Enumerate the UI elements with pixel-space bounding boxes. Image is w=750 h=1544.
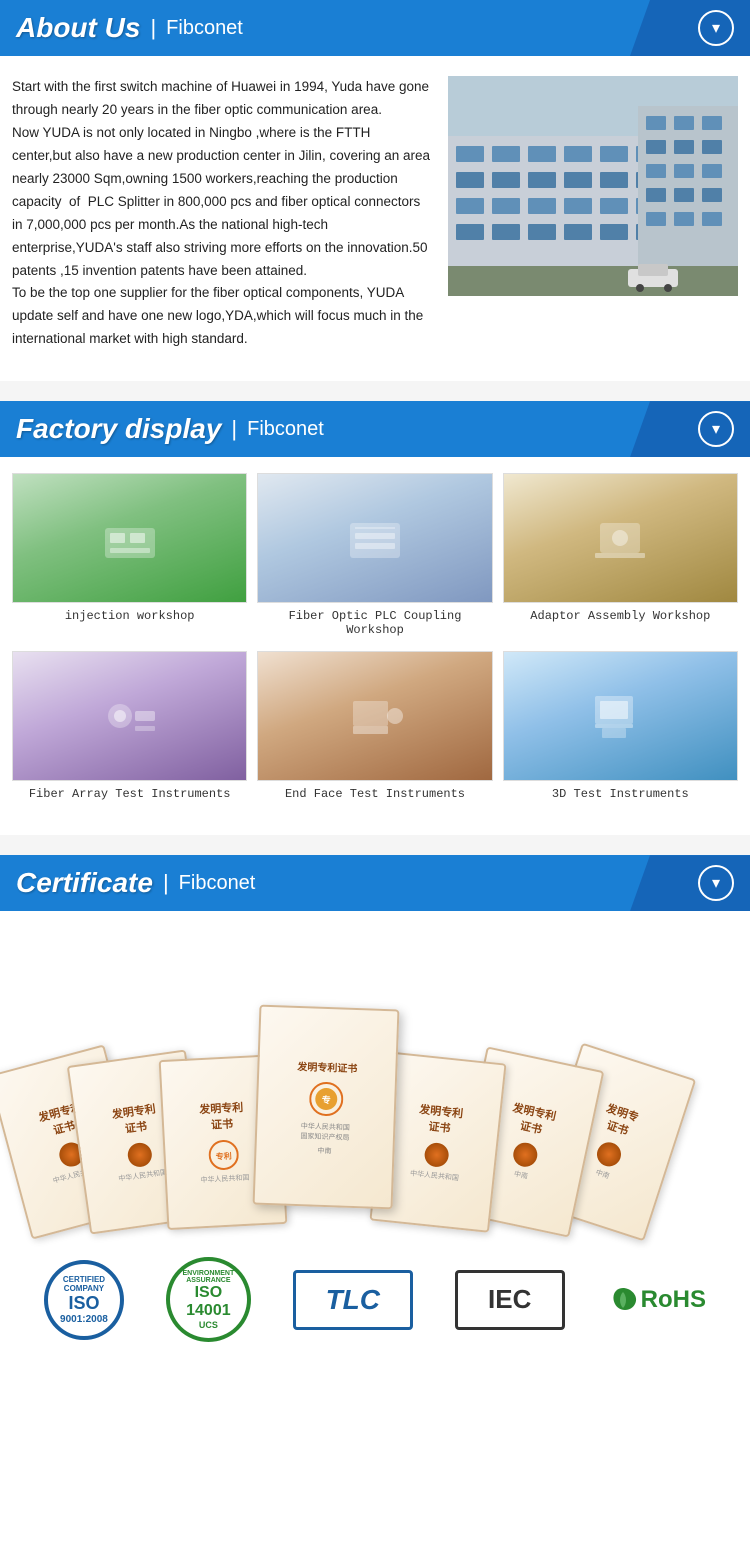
iec-text: IEC	[488, 1284, 531, 1315]
factory-content: injection workshop Fiber Optic PLC Coupl…	[0, 457, 750, 835]
factory-item-1: injection workshop	[12, 473, 247, 637]
rohs-badge: RoHS	[607, 1284, 706, 1316]
iso-text: ISO	[68, 1293, 99, 1314]
about-separator: |	[150, 15, 156, 41]
certificate-brand: Fibconet	[179, 872, 256, 895]
factory-item-6: 3D Test Instruments	[503, 651, 738, 801]
logos-row: CERTIFIEDCOMPANY ISO 9001:2008 ENVIRONME…	[8, 1247, 742, 1352]
workshop1-icon	[100, 508, 160, 568]
chevron-down-icon: ▾	[712, 18, 720, 38]
workshop6-icon	[590, 686, 650, 746]
workshop-image-3	[503, 473, 738, 603]
tlc-badge: TLC	[293, 1270, 413, 1330]
cert-center-title: 发明专利证书	[297, 1058, 357, 1075]
workshop5-icon	[345, 686, 405, 746]
tlc-logo: TLC	[293, 1270, 413, 1330]
workshop-caption-4: Fiber Array Test Instruments	[12, 787, 247, 801]
tlc-text: TLC	[326, 1284, 380, 1316]
about-section: About Us | Fibconet ▾ Start with the fir…	[0, 0, 750, 381]
about-header: About Us | Fibconet ▾	[0, 0, 750, 56]
certificate-separator: |	[163, 870, 169, 896]
certificate-content: 发明专利证书 中华人民共和国 发明专利证书 中华人民共和国 发明专利证书 专利 …	[0, 911, 750, 1372]
iso-year-text: 9001:2008	[60, 1314, 108, 1325]
workshop-image-6	[503, 651, 738, 781]
divider-1	[0, 381, 750, 401]
workshop-image-1	[12, 473, 247, 603]
svg-text:专: 专	[322, 1094, 331, 1105]
about-content: Start with the first switch machine of H…	[0, 56, 750, 381]
factory-brand: Fibconet	[247, 418, 324, 441]
iso-14001-circle: ENVIRONMENTASSURANCE ISO14001 UCS	[166, 1257, 251, 1342]
svg-text:专利: 专利	[215, 1151, 232, 1162]
rohs-leaf-icon	[607, 1284, 639, 1316]
factory-title: Factory display	[16, 413, 221, 445]
factory-row-2: Fiber Array Test Instruments End Face Te…	[12, 651, 738, 801]
iso-14001-badge: ENVIRONMENTASSURANCE ISO14001 UCS	[166, 1257, 251, 1342]
iso-certified-text: CERTIFIEDCOMPANY	[63, 1275, 105, 1293]
chevron-down-icon: ▾	[712, 419, 720, 439]
iso-9001-circle: CERTIFIEDCOMPANY ISO 9001:2008	[44, 1260, 124, 1340]
iec-logo: IEC	[455, 1270, 565, 1330]
workshop-caption-3: Adaptor Assembly Workshop	[503, 609, 738, 623]
building-svg	[448, 76, 738, 296]
about-building-image	[448, 76, 738, 351]
env-assurance-text: ENVIRONMENTASSURANCE	[183, 1270, 235, 1284]
about-title: About Us	[16, 12, 140, 44]
workshop-caption-6: 3D Test Instruments	[503, 787, 738, 801]
workshop2-icon	[345, 508, 405, 568]
certificate-section: Certificate | Fibconet ▾ 发明专利证书 中华人民共和国 …	[0, 855, 750, 1372]
factory-item-5: End Face Test Instruments	[257, 651, 492, 801]
cert-title-5: 发明专利证书	[417, 1101, 464, 1137]
factory-chevron-button[interactable]: ▾	[698, 411, 734, 447]
cert-title-7: 发明专证书	[599, 1100, 640, 1141]
certificate-card-center: 发明专利证书 专 中华人民共和国国家知识产权局 中南	[253, 1005, 400, 1210]
about-brand: Fibconet	[166, 17, 243, 40]
factory-separator: |	[231, 416, 237, 442]
factory-row-1: injection workshop Fiber Optic PLC Coupl…	[12, 473, 738, 637]
factory-header: Factory display | Fibconet ▾	[0, 401, 750, 457]
iso-9001-badge: CERTIFIEDCOMPANY ISO 9001:2008	[44, 1260, 124, 1340]
divider-2	[0, 835, 750, 855]
certificate-header: Certificate | Fibconet ▾	[0, 855, 750, 911]
iec-badge: IEC	[455, 1270, 565, 1330]
rohs-logo: RoHS	[607, 1284, 706, 1316]
workshop-caption-2: Fiber Optic PLC Coupling Workshop	[257, 609, 492, 637]
cert-title-6: 发明专利证书	[508, 1100, 558, 1140]
workshop4-icon	[100, 686, 160, 746]
ucs-text: UCS	[199, 1320, 218, 1330]
workshop-image-4	[12, 651, 247, 781]
workshop-caption-1: injection workshop	[12, 609, 247, 623]
chevron-down-icon: ▾	[712, 873, 720, 893]
rohs-text: RoHS	[641, 1286, 706, 1314]
factory-section: Factory display | Fibconet ▾ injection w…	[0, 401, 750, 835]
about-chevron-button[interactable]: ▾	[698, 10, 734, 46]
workshop-image-2	[257, 473, 492, 603]
cert-title-3: 发明专利证书	[199, 1099, 245, 1133]
certificate-title: Certificate	[16, 867, 153, 899]
cert-logo-icon: 专利	[208, 1139, 240, 1171]
factory-item-4: Fiber Array Test Instruments	[12, 651, 247, 801]
workshop-caption-5: End Face Test Instruments	[257, 787, 492, 801]
cert-center-logo: 专	[309, 1081, 344, 1116]
factory-item-3: Adaptor Assembly Workshop	[503, 473, 738, 637]
certificate-collage: 发明专利证书 中华人民共和国 发明专利证书 中华人民共和国 发明专利证书 专利 …	[8, 927, 742, 1227]
iso14001-text: ISO14001	[186, 1284, 231, 1320]
workshop-image-5	[257, 651, 492, 781]
cert-title-2: 发明专利证书	[111, 1101, 159, 1139]
workshop3-icon	[590, 508, 650, 568]
certificate-chevron-button[interactable]: ▾	[698, 865, 734, 901]
about-body-text: Start with the first switch machine of H…	[12, 76, 432, 351]
factory-item-2: Fiber Optic PLC Coupling Workshop	[257, 473, 492, 637]
